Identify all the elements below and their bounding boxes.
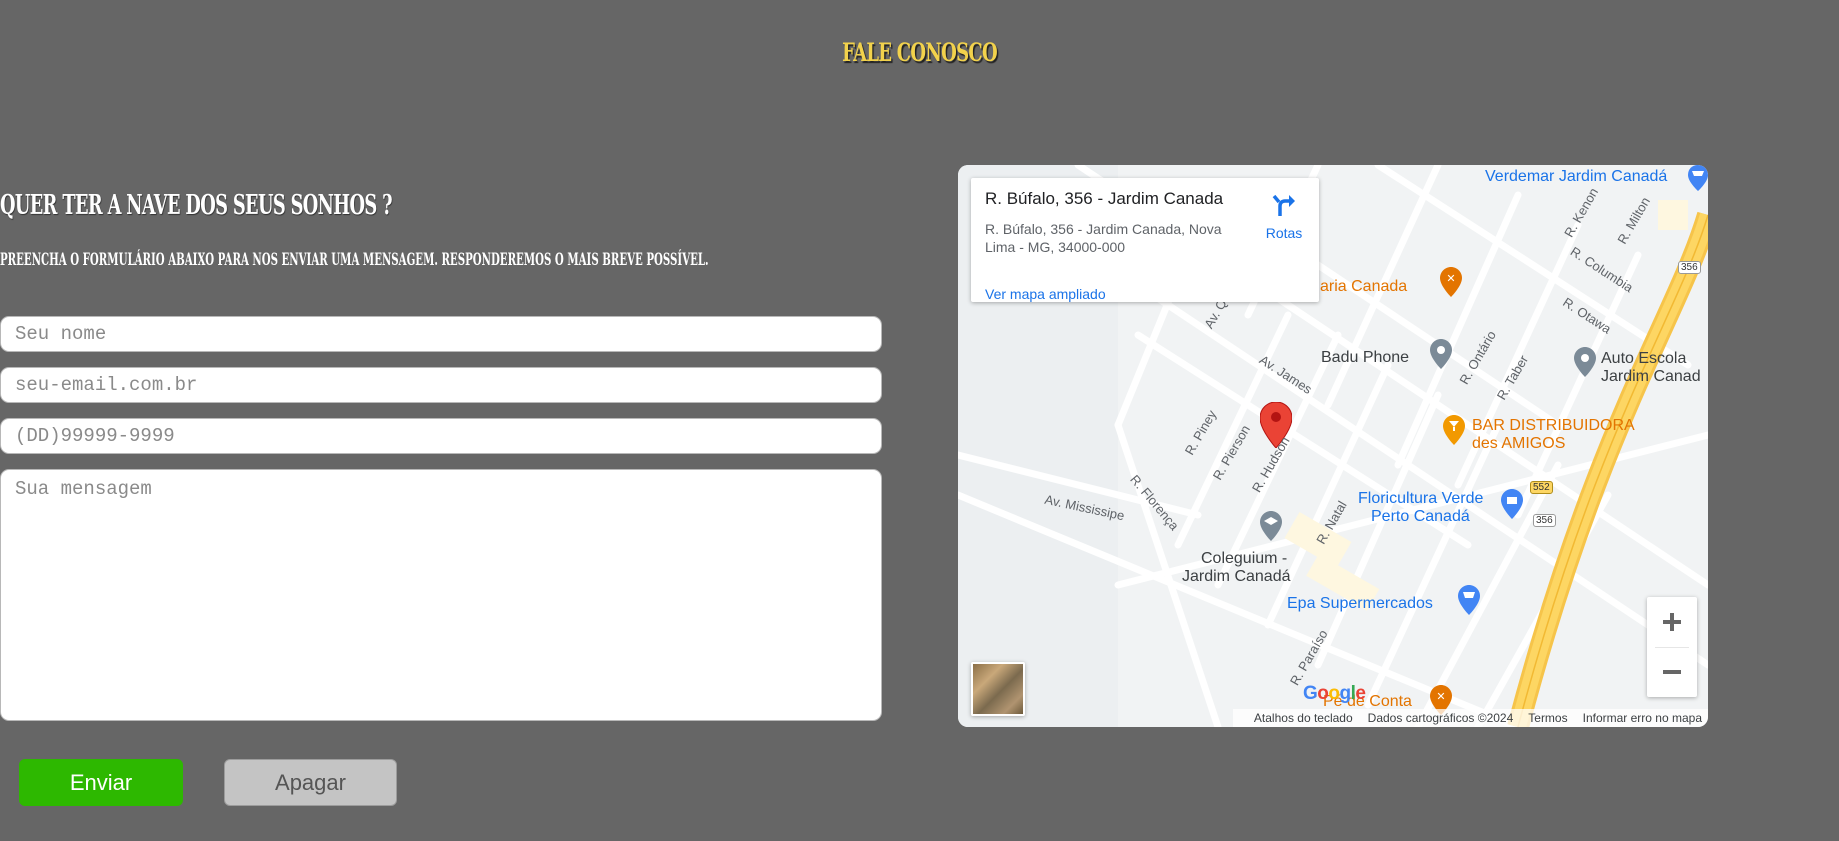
terms-link[interactable]: Termos [1528,711,1567,725]
satellite-toggle-thumbnail[interactable] [971,662,1025,716]
name-input[interactable] [0,316,882,352]
place-epa[interactable]: Epa Supermercados [1287,595,1433,613]
school-pin-icon[interactable] [1260,511,1282,541]
map-attribution-bar: Atalhos do teclado Dados cartográficos ©… [1232,709,1708,727]
place-bar-line2[interactable]: des AMIGOS [1472,435,1565,453]
place-pizzaria[interactable]: aria Canada [1320,278,1407,296]
highway-shield: 356 [1533,514,1556,527]
keyboard-shortcuts-link[interactable]: Atalhos do teclado [1254,711,1353,725]
supermarket-pin-icon[interactable] [1688,165,1708,191]
zoom-in-button[interactable] [1647,597,1697,647]
enlarge-map-link[interactable]: Ver mapa ampliado [985,286,1106,302]
zoom-out-button[interactable] [1647,647,1697,697]
google-logo-letter: o [1317,683,1329,704]
map-data-credit: Dados cartográficos ©2024 [1367,711,1514,725]
directions-label: Rotas [1265,225,1303,241]
email-input[interactable] [0,367,882,403]
message-textarea[interactable] [0,469,882,721]
store-pin-icon[interactable] [1430,339,1452,369]
phone-input[interactable] [0,418,882,454]
place-coleguium-line1[interactable]: Coleguium - [1201,550,1287,568]
place-floricultura-line1[interactable]: Floricultura Verde [1358,490,1483,508]
google-logo: Google [1303,683,1366,705]
school-pin-icon[interactable] [1574,347,1596,377]
svg-text:✕: ✕ [1436,690,1445,703]
embedded-map[interactable]: ✕ ✕ Verdemar Jardim Canadá aria Canada B… [958,165,1708,727]
highway-shield: 356 [1678,261,1701,274]
minus-icon [1663,670,1681,674]
plus-icon [1663,613,1681,631]
place-verdemar[interactable]: Verdemar Jardim Canadá [1485,168,1667,186]
bar-pin-icon[interactable] [1443,415,1465,445]
clear-button[interactable]: Apagar [224,759,397,806]
directions-button[interactable]: Rotas [1257,192,1311,241]
supermarket-pin-icon[interactable] [1458,585,1480,615]
form-subline: PREENCHA O FORMULÁRIO ABAIXO PARA NOS EN… [0,250,709,270]
report-error-link[interactable]: Informar erro no mapa [1583,711,1702,725]
google-logo-letter: G [1303,683,1318,704]
svg-text:✕: ✕ [1446,272,1455,285]
place-autoescola-line1[interactable]: Auto Escola [1601,350,1686,368]
send-button[interactable]: Enviar [19,759,183,806]
highway-shield: 552 [1530,481,1553,494]
place-info-card: R. Búfalo, 356 - Jardim Canada R. Búfalo… [971,178,1319,302]
place-coleguium-line2[interactable]: Jardim Canadá [1182,568,1291,586]
google-logo-letter: g [1339,683,1352,704]
form-headline: QUER TER A NAVE DOS SEUS SONHOS ? [0,190,393,221]
card-title: R. Búfalo, 356 - Jardim Canada [985,189,1224,208]
google-logo-letter: e [1355,683,1366,704]
place-badu-phone[interactable]: Badu Phone [1321,349,1409,367]
page-title: FALE CONOSCO [842,38,998,67]
place-floricultura-line2[interactable]: Perto Canadá [1371,508,1470,526]
directions-icon [1272,194,1295,216]
shop-pin-icon[interactable] [1501,489,1523,519]
place-autoescola-line2[interactable]: Jardim Canad [1601,368,1701,386]
card-address: R. Búfalo, 356 - Jardim Canada, Nova Lim… [985,221,1222,255]
restaurant-pin-icon[interactable]: ✕ [1440,267,1462,297]
google-logo-letter: o [1328,683,1340,704]
place-bar-line1[interactable]: BAR DISTRIBUIDORA [1472,417,1635,435]
zoom-controls [1647,597,1697,697]
